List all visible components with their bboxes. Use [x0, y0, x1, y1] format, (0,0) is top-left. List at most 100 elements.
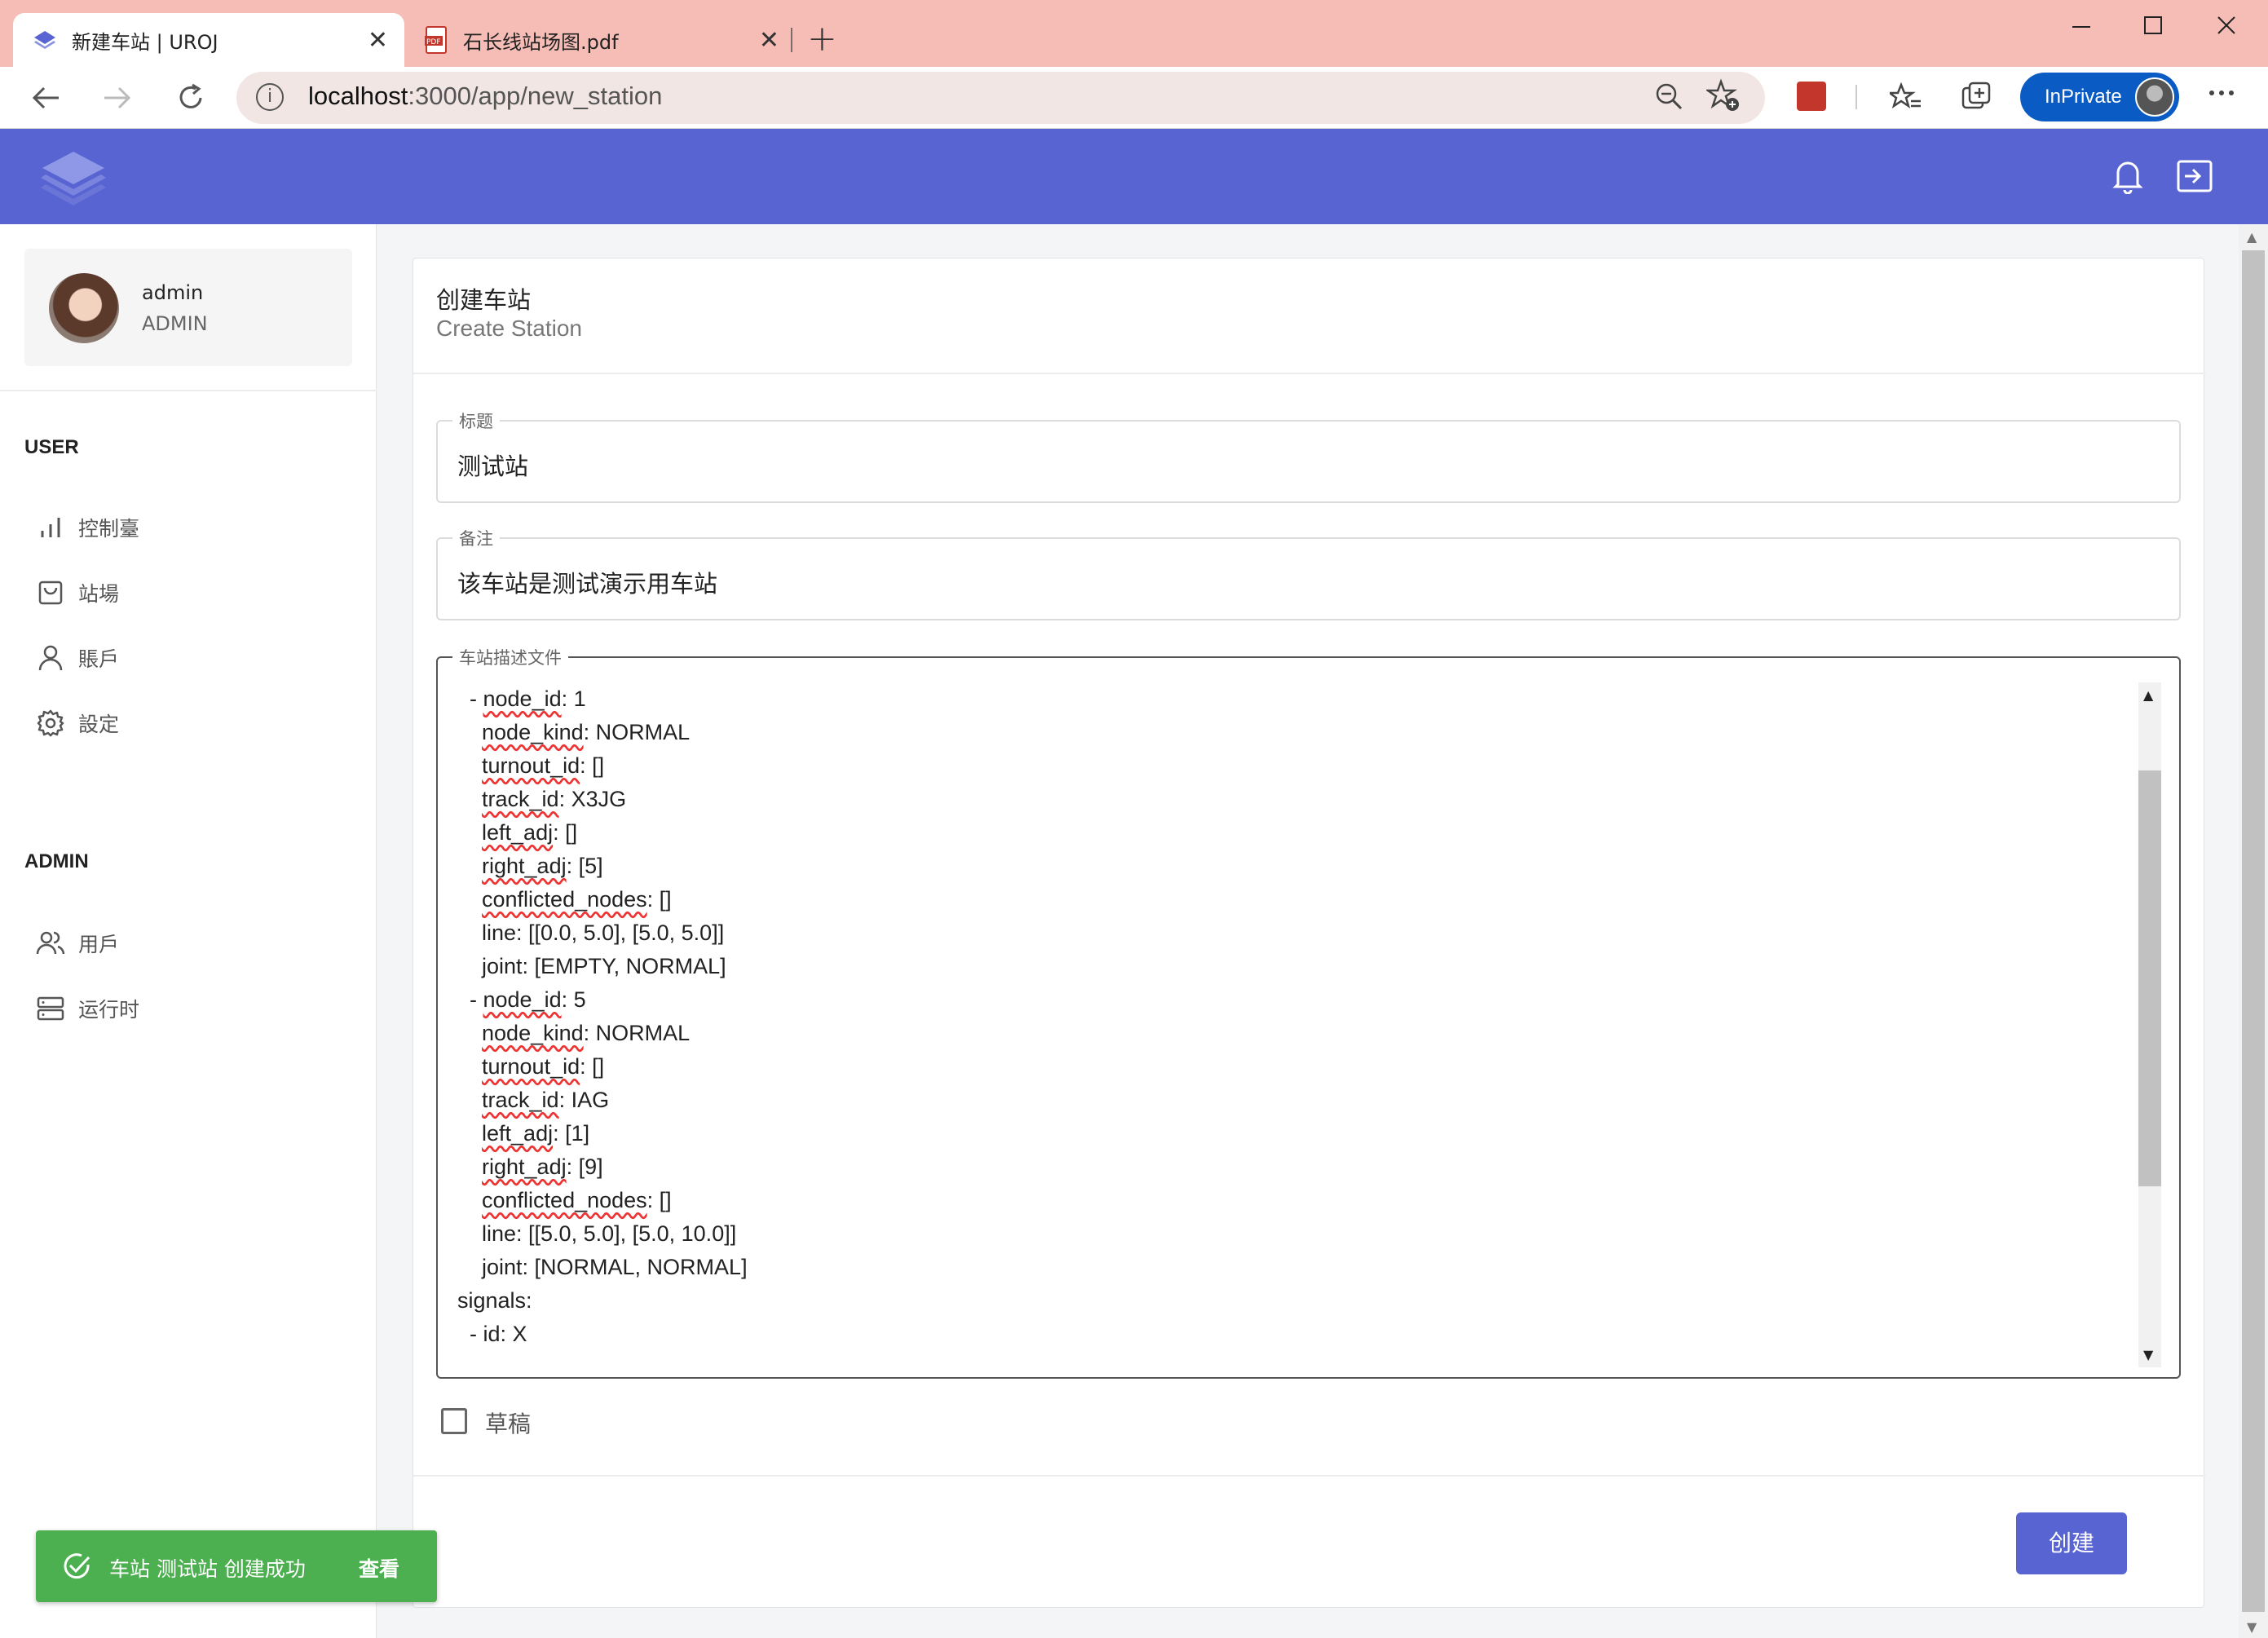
site-info-icon[interactable]: i	[256, 83, 284, 111]
browser-tab-bar: 新建车站 | UROJ ✕ PDF 石长线站场图.pdf ✕ +	[0, 0, 2268, 67]
code-line: joint: [EMPTY, NORMAL]	[457, 954, 726, 978]
tab-title: 石长线站场图.pdf	[463, 30, 619, 54]
success-toast: 车站 测试站 创建成功 查看	[36, 1530, 437, 1602]
draft-label: 草稿	[485, 1411, 532, 1437]
code-line: - node_id: 1	[457, 687, 586, 711]
code-line: right_adj: [9]	[482, 1155, 603, 1179]
url-text[interactable]: localhost:3000/app/new_station	[308, 82, 662, 111]
close-tab-icon[interactable]: ✕	[759, 26, 779, 55]
scroll-up-arrow-icon[interactable]: ▲	[2247, 229, 2257, 245]
pdf-icon: PDF	[425, 26, 447, 54]
code-line: turnout_id: []	[482, 1054, 605, 1079]
page-title: 创建车站	[436, 286, 532, 314]
code-line: turnout_id: []	[482, 753, 605, 778]
minimize-icon[interactable]	[2069, 15, 2094, 39]
code-line: right_adj: [5]	[482, 854, 603, 878]
create-station-card: 创建车站 Create Station 标题 测试站 备注 该车站是测试演示用车…	[413, 258, 2205, 1608]
code-line: node_kind: NORMAL	[482, 720, 691, 744]
tab-separator	[791, 28, 792, 52]
textarea-scrollbar[interactable]: ▲ ▼	[2138, 682, 2161, 1367]
create-button[interactable]: 创建	[2016, 1512, 2127, 1574]
collections-icon[interactable]	[1961, 82, 1994, 113]
card-divider	[413, 373, 2205, 374]
title-field[interactable]: 标题 测试站	[436, 408, 2181, 503]
users-icon	[36, 931, 65, 955]
app-logo-icon[interactable]	[33, 145, 114, 210]
note-field-label: 备注	[452, 526, 500, 550]
svg-text:PDF: PDF	[426, 38, 441, 46]
window-close-icon[interactable]	[2214, 13, 2239, 38]
scroll-down-arrow-icon[interactable]: ▼	[2143, 1347, 2153, 1362]
sidebar-divider	[0, 390, 377, 391]
sidebar-item-label: 控制臺	[78, 517, 140, 541]
sidebar-item-label: 用戶	[78, 933, 120, 956]
sidebar-item-label: 站場	[78, 582, 120, 606]
page-subtitle: Create Station	[436, 316, 582, 341]
server-icon	[37, 996, 64, 1021]
code-line: signals:	[457, 1288, 532, 1313]
tab-title: 新建车站 | UROJ	[72, 30, 218, 54]
maximize-icon[interactable]	[2141, 13, 2165, 38]
zoom-out-icon[interactable]	[1654, 82, 1683, 111]
code-line: line: [[0.0, 5.0], [5.0, 5.0]]	[457, 921, 725, 945]
sidebar-item-dashboard[interactable]: 控制臺	[36, 510, 139, 545]
refresh-icon[interactable]	[174, 82, 207, 114]
code-line: conflicted_nodes: []	[482, 887, 672, 912]
tab-new-station[interactable]: 新建车站 | UROJ ✕	[13, 13, 404, 67]
more-options-icon[interactable]	[2205, 78, 2238, 108]
scrollbar-thumb[interactable]	[2242, 250, 2265, 1612]
address-bar[interactable]: i localhost:3000/app/new_station	[236, 72, 1765, 124]
toast-view-button[interactable]: 查看	[359, 1553, 399, 1583]
close-tab-icon[interactable]: ✕	[368, 26, 388, 55]
card-divider	[413, 1475, 2205, 1477]
tab-pdf[interactable]: PDF 石长线站场图.pdf ✕	[404, 13, 796, 67]
sidebar-item-account[interactable]: 賬戶	[36, 640, 119, 676]
logout-icon[interactable]	[2175, 158, 2214, 194]
scroll-up-arrow-icon[interactable]: ▲	[2143, 687, 2153, 703]
forward-icon[interactable]	[101, 83, 134, 113]
app-header	[0, 129, 2268, 224]
title-field-label: 标题	[452, 408, 500, 433]
note-field[interactable]: 备注 该车站是测试演示用车站	[436, 526, 2181, 620]
extension-icon[interactable]	[1797, 82, 1826, 111]
favorites-icon[interactable]	[1890, 82, 1922, 113]
avatar	[49, 273, 119, 343]
station-file-textarea[interactable]: - node_id: 1 node_kind: NORMAL turnout_i…	[457, 682, 2129, 1367]
gear-icon	[37, 709, 64, 737]
inprivate-profile-button[interactable]: InPrivate	[2020, 73, 2179, 121]
code-line: node_kind: NORMAL	[482, 1021, 691, 1045]
station-file-field[interactable]: 车站描述文件 - node_id: 1 node_kind: NORMAL tu…	[436, 645, 2181, 1379]
add-favorite-icon[interactable]	[1706, 78, 1741, 113]
sidebar-item-settings[interactable]: 設定	[36, 705, 119, 741]
check-circle-icon	[64, 1553, 90, 1579]
note-input[interactable]: 该车站是测试演示用车站	[457, 565, 717, 599]
notification-bell-icon[interactable]	[2111, 158, 2144, 194]
page-scrollbar[interactable]: ▲ ▼	[2239, 224, 2268, 1638]
station-file-label: 车站描述文件	[452, 645, 568, 669]
sidebar-item-users[interactable]: 用戶	[36, 925, 119, 961]
new-tab-icon[interactable]: +	[807, 18, 837, 60]
profile-avatar	[2135, 77, 2174, 117]
title-input[interactable]: 测试站	[457, 448, 528, 482]
scroll-down-arrow-icon[interactable]: ▼	[2247, 1619, 2257, 1635]
sidebar: admin ADMIN USER 控制臺 站場 賬戶 設定 ADMIN 用戶 运…	[0, 224, 377, 1638]
scrollbar-thumb[interactable]	[2138, 770, 2161, 1186]
draft-checkbox[interactable]	[441, 1408, 467, 1434]
user-card[interactable]: admin ADMIN	[24, 249, 352, 366]
sidebar-item-stations[interactable]: 站場	[36, 575, 119, 611]
code-line: - node_id: 5	[457, 987, 586, 1012]
code-line: joint: [NORMAL, NORMAL]	[457, 1255, 748, 1279]
shopping-bag-icon	[38, 581, 63, 605]
user-icon	[38, 645, 63, 671]
code-line: left_adj: []	[482, 820, 578, 845]
code-line: - id: X	[457, 1322, 527, 1346]
user-name: admin	[142, 281, 204, 304]
sidebar-item-label: 运行时	[78, 998, 140, 1022]
code-line: track_id: IAG	[482, 1088, 610, 1112]
toolbar-separator	[1855, 85, 1857, 109]
app-layers-icon	[34, 31, 55, 49]
url-host: localhost	[308, 82, 408, 110]
section-title-admin: ADMIN	[24, 850, 89, 872]
sidebar-item-runtime[interactable]: 运行时	[36, 991, 139, 1027]
back-icon[interactable]	[29, 83, 62, 113]
